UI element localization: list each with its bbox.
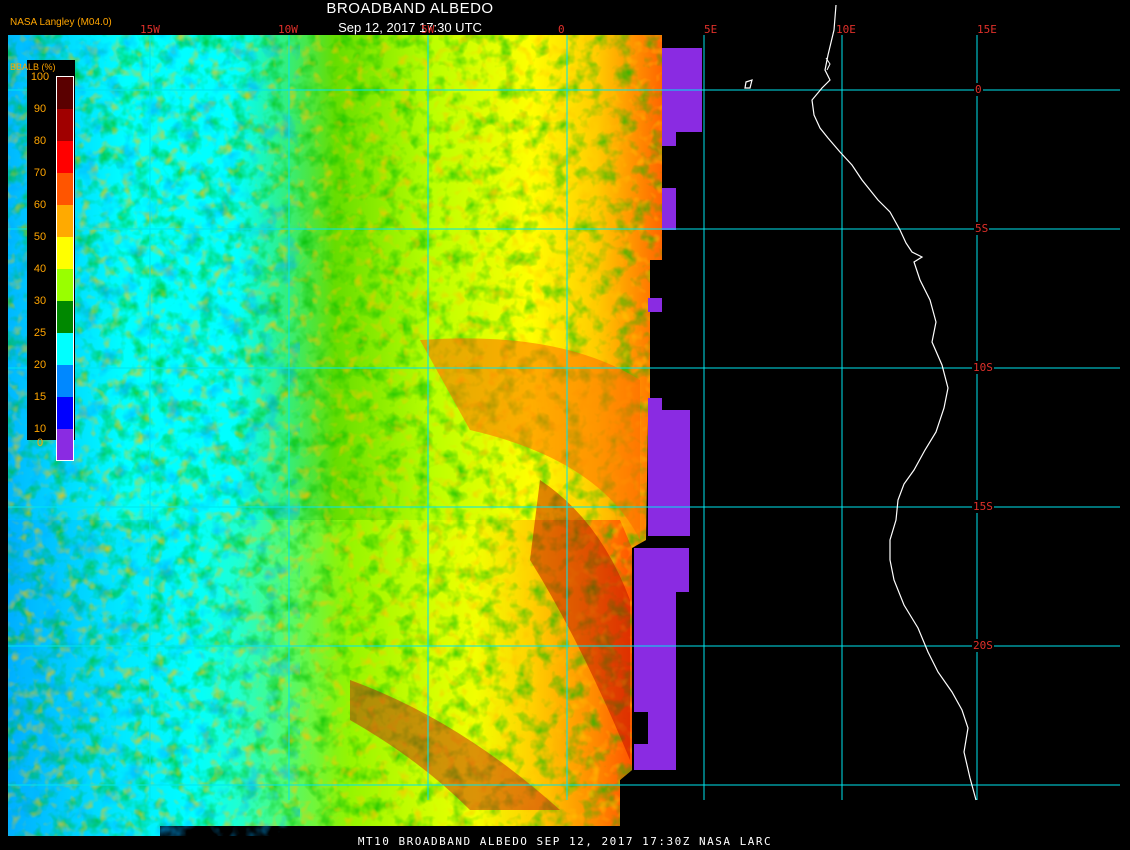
credit-label: NASA Langley (M04.0)	[10, 17, 112, 28]
albedo-map: BROADBAND ALBEDO Sep 12, 2017 17:30 UTC …	[0, 0, 1130, 850]
lat-label-15s: 15S	[972, 500, 994, 513]
missing-data-block	[648, 298, 662, 312]
legend-tick: 50	[33, 231, 47, 243]
legend-tick: 30	[33, 295, 47, 307]
missing-data-block	[662, 132, 676, 146]
missing-data-block	[662, 188, 676, 230]
albedo-map-canvas	[8, 4, 1120, 836]
legend-tick: 70	[33, 167, 47, 179]
legend-tick: 20	[33, 359, 47, 371]
missing-data-block	[634, 744, 676, 770]
missing-data-block	[648, 398, 662, 410]
footer-caption: MT10 BROADBAND ALBEDO SEP 12, 2017 17:30…	[357, 835, 773, 848]
legend-tick: 80	[33, 135, 47, 147]
lat-label-5s: 5S	[974, 222, 990, 235]
africa-coastline	[811, 4, 977, 801]
missing-data-block	[634, 548, 689, 592]
lon-label-5w: 5W	[421, 23, 435, 36]
lat-label-10s: 10S	[972, 361, 994, 374]
lon-label-0: 0	[558, 23, 565, 36]
lat-label-0: 0	[974, 83, 983, 96]
missing-data-block	[648, 410, 690, 536]
map-title: BROADBAND ALBEDO	[326, 0, 494, 17]
legend-tick: 40	[33, 263, 47, 275]
legend-tick: 0	[36, 437, 44, 449]
legend-border	[56, 76, 74, 461]
lat-label-20s: 20S	[972, 639, 994, 652]
legend-tick: 15	[33, 391, 47, 403]
lon-label-10e: 10E	[836, 23, 856, 36]
legend-tick: 90	[33, 103, 47, 115]
legend-tick: 100	[30, 71, 50, 83]
albedo-data-swath	[8, 35, 662, 836]
lon-label-5e: 5E	[704, 23, 718, 36]
legend-tick: 60	[33, 199, 47, 211]
legend-tick: 10	[33, 423, 47, 435]
lon-label-10w: 10W	[278, 23, 298, 36]
lon-label-15w: 15W	[140, 23, 160, 36]
island-outline	[744, 79, 753, 89]
lon-label-15e: 15E	[977, 23, 997, 36]
missing-data-block	[634, 592, 676, 712]
legend-tick: 25	[33, 327, 47, 339]
missing-data-block	[648, 712, 676, 744]
